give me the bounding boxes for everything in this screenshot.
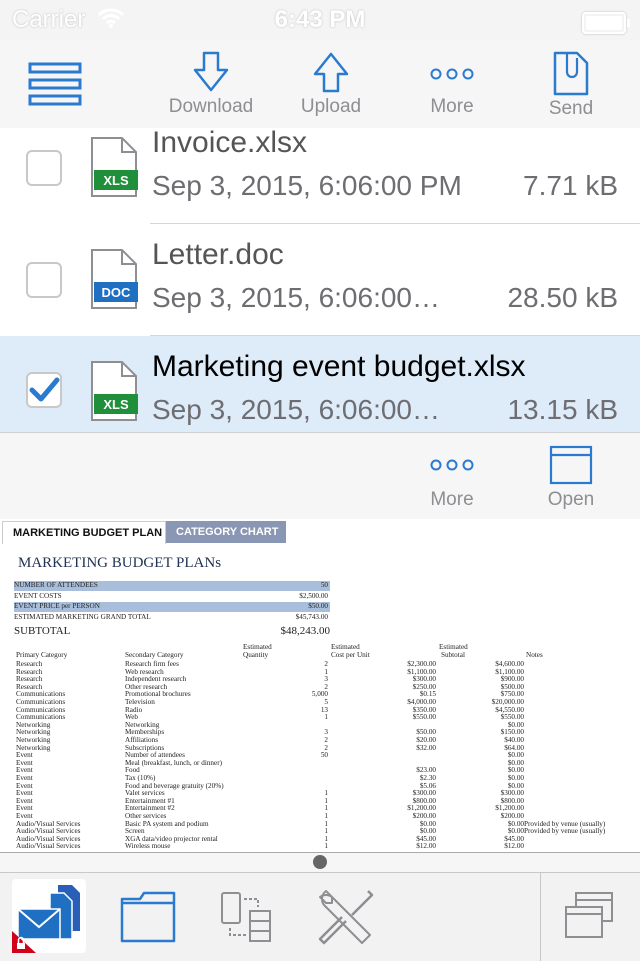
file-type-badge: XLS [103, 397, 129, 412]
sheet-cell: $12.00 [504, 842, 524, 851]
file-type-badge: DOC [101, 285, 131, 300]
col-header-cost: Cost per Unit [331, 651, 370, 659]
col-header-top: Estimated [243, 643, 272, 651]
battery-icon [582, 12, 630, 34]
sheet-cell: 50 [320, 751, 328, 760]
more-button[interactable]: More [416, 40, 488, 128]
summary-label: EVENT PRICE per PERSON [14, 602, 100, 610]
subtotal-label: SUBTOTAL [14, 625, 71, 637]
sheet-cell: Wireless mouse [125, 842, 171, 851]
sheet-cell: $32.00 [416, 743, 436, 752]
row-checkbox[interactable] [26, 262, 62, 298]
row-checkbox-checked[interactable] [26, 372, 62, 408]
file-row-marketing-budget[interactable]: XLS Marketing event budget.xlsx Sep 3, 2… [0, 336, 640, 432]
upload-button[interactable]: Upload [291, 40, 371, 128]
open-button[interactable]: Open [536, 433, 606, 521]
tab-mail-documents[interactable] [12, 873, 88, 961]
file-date: Sep 3, 2015, 6:06:00… [152, 394, 440, 425]
sheet-cell: 1 [324, 713, 328, 722]
sheet-tab-chart[interactable]: CATEGORY CHART [166, 521, 286, 543]
file-name: Marketing event budget.xlsx [152, 350, 526, 383]
xls-file-icon [91, 361, 138, 421]
summary-label: ESTIMATED MARKETING GRAND TOTAL [14, 612, 151, 621]
hamburger-menu-icon [28, 62, 82, 106]
sheet-title: MARKETING BUDGET PLANs [18, 555, 222, 571]
row-checkbox[interactable] [26, 150, 62, 186]
file-size: 7.71 kB [523, 170, 618, 201]
col-header-secondary: Secondary Category [125, 651, 184, 659]
send-button[interactable]: Send [536, 40, 606, 128]
file-row-invoice[interactable]: XLS Invoice.xlsx Sep 3, 2015, 6:06:00 PM… [0, 128, 640, 224]
bottom-tab-bar [0, 872, 640, 961]
file-row-letter[interactable]: DOC Letter.doc Sep 3, 2015, 6:06:00… 28.… [0, 224, 640, 336]
send-label: Send [548, 98, 594, 119]
xls-file-icon [91, 137, 138, 197]
tab-transfer[interactable] [216, 873, 276, 961]
summary-value: 50 [320, 581, 328, 589]
col-header-top: Estimated [439, 643, 468, 651]
file-name: Invoice.xlsx [152, 128, 308, 159]
page-indicator-dot[interactable] [313, 855, 327, 869]
summary-value: $50.00 [308, 602, 328, 610]
pager [0, 852, 640, 873]
tab-divider [540, 873, 541, 961]
more-dots-icon [430, 68, 474, 80]
summary-value: $45,743.00 [295, 612, 328, 621]
tools-icon [318, 890, 374, 945]
col-header-primary: Primary Category [16, 651, 68, 659]
mail-documents-icon [12, 879, 86, 953]
file-date: Sep 3, 2015, 6:06:00… [152, 282, 440, 313]
file-type-badge: XLS [103, 173, 129, 188]
more-label: More [430, 96, 474, 117]
tab-tools[interactable] [314, 873, 378, 961]
upload-label: Upload [300, 96, 362, 117]
folder-icon [120, 891, 176, 943]
sheet-cell: $550.00 [412, 713, 436, 722]
status-bar: Carrier 6:43 PM [0, 0, 640, 40]
menu-button[interactable] [20, 40, 90, 128]
file-list: XLS Invoice.xlsx Sep 3, 2015, 6:06:00 PM… [0, 128, 640, 432]
sheet-cell: Provided by venue (usually) [524, 827, 606, 836]
subtotal-value: $48,243.00 [280, 625, 331, 637]
open-label: Open [547, 489, 595, 510]
sheet-cell: Audio/Visual Services [16, 842, 81, 851]
file-date: Sep 3, 2015, 6:06:00 PM [152, 170, 462, 201]
col-header-qty: Quantity [243, 651, 269, 659]
tab-windows[interactable] [562, 873, 618, 961]
file-size: 13.15 kB [507, 394, 618, 425]
tab-files[interactable] [118, 873, 178, 961]
upload-arrow-icon [313, 52, 349, 93]
sheet-cell: 1 [324, 842, 328, 851]
download-button[interactable]: Download [161, 40, 261, 128]
clock: 6:43 PM [274, 6, 366, 33]
summary-label: EVENT COSTS [14, 591, 62, 600]
summary-value: $2,500.00 [299, 591, 328, 600]
col-header-notes: Notes [526, 651, 543, 659]
col-header-top: Estimated [331, 643, 360, 651]
file-more-label: More [430, 489, 474, 510]
more-dots-icon [430, 459, 474, 471]
file-name: Letter.doc [152, 238, 284, 271]
transfer-icon [221, 892, 271, 942]
file-size: 28.50 kB [507, 282, 618, 313]
download-label: Download [168, 96, 254, 117]
open-window-icon [549, 445, 593, 485]
download-arrow-icon [193, 51, 229, 92]
file-actions-bar: More Open [0, 432, 640, 520]
summary-label: NUMBER OF ATTENDEES [14, 581, 98, 589]
doc-file-icon [91, 249, 138, 309]
top-toolbar: Download Upload More Send [0, 40, 640, 129]
file-more-button[interactable]: More [416, 433, 488, 521]
col-header-subtotal: Subtotal [441, 651, 465, 659]
checkmark-icon [29, 377, 60, 402]
sheet-cell: $12.00 [416, 842, 436, 851]
send-document-icon [553, 51, 589, 96]
sheet-tab-budget[interactable]: MARKETING BUDGET PLAN [2, 521, 166, 544]
spreadsheet-preview[interactable]: MARKETING BUDGET PLAN CATEGORY CHART MAR… [0, 519, 640, 852]
windows-icon [565, 892, 613, 938]
